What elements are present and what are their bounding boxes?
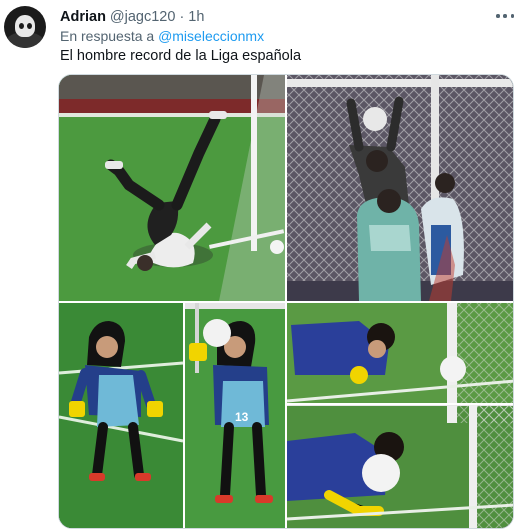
photo-bottom-right [286, 303, 513, 528]
tweet-text: El hombre record de la Liga española [60, 48, 302, 64]
tweet-header: Adrian @jagc120 · 1h [60, 7, 204, 27]
tweet: Adrian @jagc120 · 1h En respuesta a @mis… [0, 0, 518, 531]
author-handle[interactable]: @jagc120 [110, 9, 176, 25]
reply-prefix: En respuesta a [60, 28, 155, 44]
separator-dot: · [179, 9, 185, 25]
photo-bottom-left: 13 [59, 303, 285, 528]
avatar[interactable] [4, 6, 46, 48]
photo-top-left [59, 75, 285, 301]
reply-context: En respuesta a @miseleccionmx [60, 28, 264, 44]
jersey-number: 13 [235, 410, 249, 424]
reply-mention-link[interactable]: @miseleccionmx [158, 28, 264, 44]
tweet-media-image[interactable]: 13 [58, 74, 514, 529]
more-horizontal-icon[interactable] [494, 8, 516, 24]
tweet-time[interactable]: 1h [188, 9, 204, 25]
photo-top-right [287, 75, 513, 301]
author-name[interactable]: Adrian [60, 9, 106, 25]
